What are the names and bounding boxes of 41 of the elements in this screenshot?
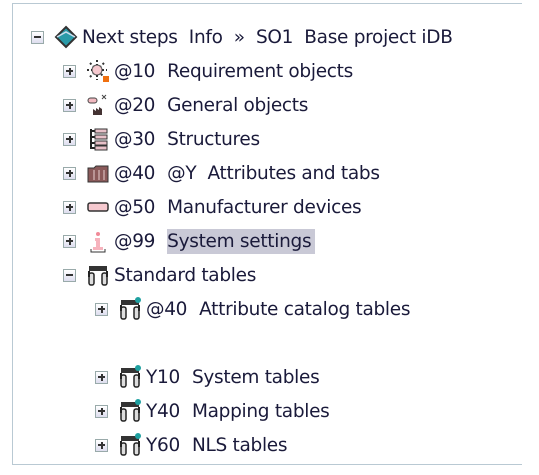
diamond-icon <box>54 25 78 49</box>
item-code: @40 <box>114 162 156 184</box>
tree-item[interactable]: Requirement objects <box>167 58 357 84</box>
table-icon <box>118 433 142 457</box>
tree-item[interactable]: Next steps Info » SO1 Base project iDB <box>82 24 457 50</box>
expander[interactable] <box>95 302 108 316</box>
expander[interactable] <box>63 132 76 146</box>
table-icon <box>118 297 142 321</box>
tree-item[interactable]: Standard tables <box>114 262 260 288</box>
expander[interactable] <box>63 98 76 112</box>
item-code: @50 <box>114 196 156 218</box>
item-code: Y60 <box>146 434 180 456</box>
table-icon <box>118 399 142 423</box>
tree-item[interactable]: System tables <box>192 364 324 390</box>
item-code: @40 <box>146 298 188 320</box>
item-code: Y10 <box>146 366 180 388</box>
expander[interactable] <box>95 438 108 452</box>
expander[interactable] <box>63 268 76 282</box>
tree-item[interactable]: NLS tables <box>192 432 292 458</box>
tree-item[interactable]: General objects <box>167 92 312 118</box>
table-icon <box>86 263 110 287</box>
gear-icon <box>86 59 110 83</box>
tree-item[interactable]: Manufacturer devices <box>167 194 366 220</box>
expander[interactable] <box>95 404 108 418</box>
expander[interactable] <box>63 166 76 180</box>
expander[interactable] <box>63 234 76 248</box>
tree-item[interactable]: System settings <box>167 228 316 254</box>
expander[interactable] <box>95 370 108 384</box>
expander[interactable] <box>63 64 76 78</box>
tree-item[interactable]: Structures <box>167 126 264 152</box>
table-icon <box>118 365 142 389</box>
expander[interactable] <box>63 200 76 214</box>
item-code: Y40 <box>146 400 180 422</box>
item-code: @30 <box>114 128 156 150</box>
tree-item[interactable]: Mapping tables <box>192 398 334 424</box>
item-code: @99 <box>114 230 156 252</box>
item-code: @10 <box>114 60 156 82</box>
tree-item[interactable]: Attribute catalog tables <box>199 296 414 322</box>
tree-item[interactable]: @Y Attributes and tabs <box>167 160 384 186</box>
expander[interactable] <box>31 30 44 44</box>
item-code: @20 <box>114 94 156 116</box>
